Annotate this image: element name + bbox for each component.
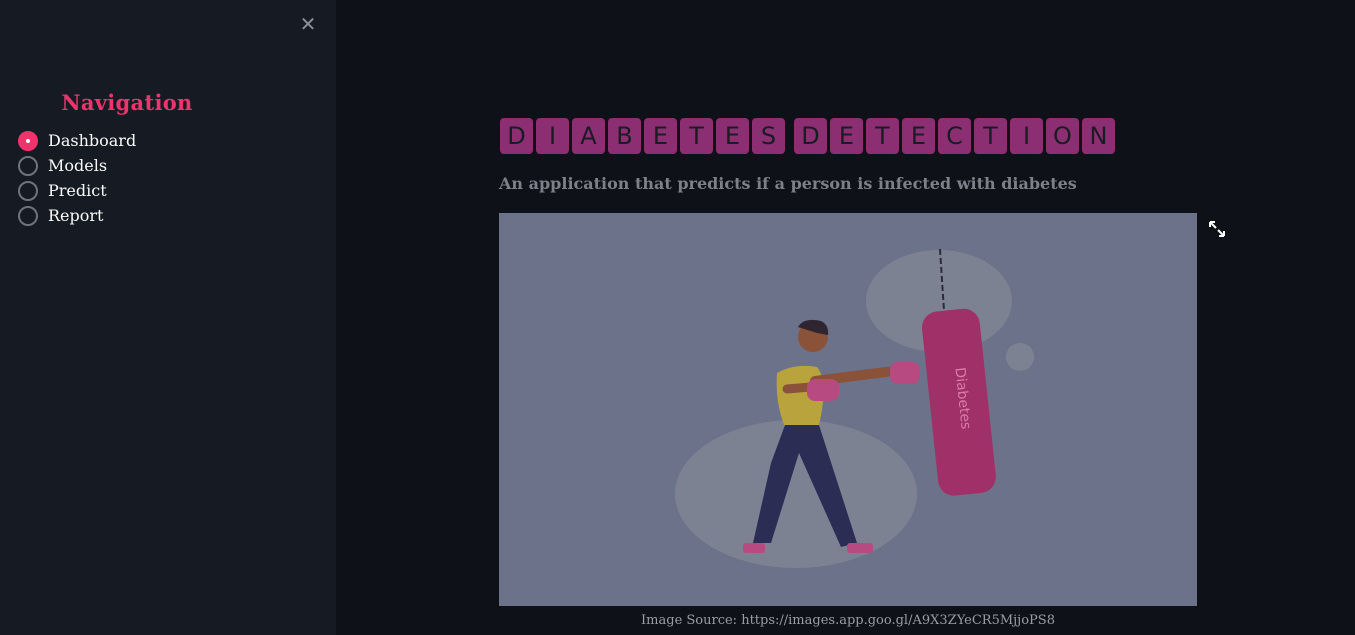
sidebar-title-text: Navigation (61, 90, 193, 115)
nav-option-report[interactable]: Report (18, 203, 136, 228)
nav-option-predict[interactable]: Predict (18, 178, 136, 203)
nav-option-label: Models (48, 156, 108, 175)
radio-button[interactable] (18, 205, 38, 226)
main-content: DIABETESDETECTION An application that pr… (336, 0, 1355, 635)
title-letter-tile: O (1046, 118, 1079, 154)
page-title: DIABETESDETECTION (500, 118, 1118, 154)
expand-icon[interactable] (1208, 220, 1226, 238)
title-letter-tile: D (500, 118, 533, 154)
nav-option-models[interactable]: Models (18, 153, 136, 178)
boxing-illustration: Diabetes (499, 213, 1197, 606)
title-letter-tile: T (974, 118, 1007, 154)
image-caption: Image Source: https://images.app.goo.gl/… (641, 613, 1055, 628)
title-letter-tile: I (1010, 118, 1043, 154)
title-letter-tile: D (794, 118, 827, 154)
page-subtitle: An application that predicts if a person… (499, 174, 1077, 193)
radio-button[interactable] (18, 180, 38, 201)
title-letter-tile: N (1082, 118, 1115, 154)
nav-option-label: Dashboard (48, 131, 137, 150)
title-letter-tile: S (752, 118, 785, 154)
title-letter-tile: T (866, 118, 899, 154)
hero-image: Diabetes (499, 213, 1197, 606)
sidebar: ✕ Navigation Dashboard Models Predict Re… (0, 0, 336, 635)
title-letter-tile: T (680, 118, 713, 154)
title-letter-tile: E (644, 118, 677, 154)
title-letter-tile: I (536, 118, 569, 154)
title-letter-tile: E (902, 118, 935, 154)
nav-option-dashboard[interactable]: Dashboard (18, 128, 136, 153)
close-icon[interactable]: ✕ (298, 14, 318, 34)
title-letter-tile: A (572, 118, 605, 154)
radio-button[interactable] (18, 155, 38, 176)
sidebar-title: Navigation (0, 90, 254, 115)
nav-option-label: Predict (48, 181, 107, 200)
title-letter-tile: E (716, 118, 749, 154)
title-letter-tile: E (830, 118, 863, 154)
title-letter-tile: B (608, 118, 641, 154)
navigation-radio-group: Dashboard Models Predict Report (18, 128, 136, 228)
title-letter-tile: C (938, 118, 971, 154)
radio-button-selected[interactable] (18, 130, 38, 151)
nav-option-label: Report (48, 206, 104, 225)
